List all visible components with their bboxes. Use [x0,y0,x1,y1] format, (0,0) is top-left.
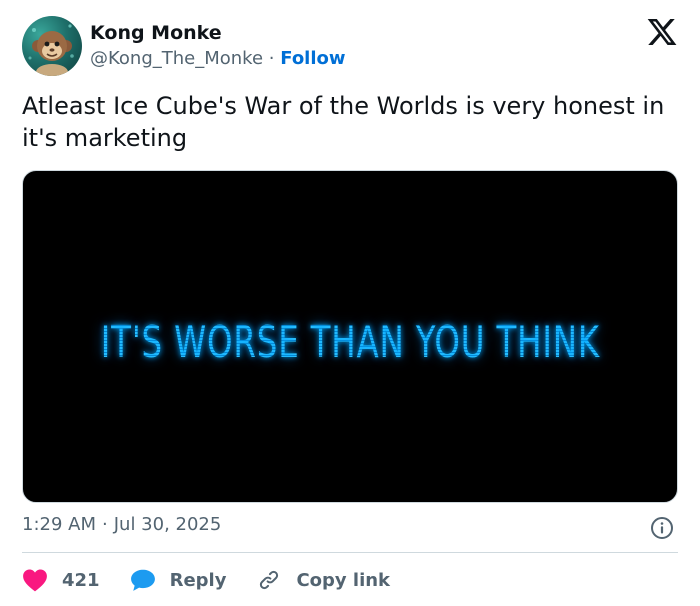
reply-button[interactable]: Reply [130,568,227,592]
tweet-actions: 421 Reply Copy link [22,566,420,594]
author-handle-row: @Kong_The_Monke · Follow [90,48,346,69]
reply-label: Reply [169,569,227,591]
like-count: 421 [62,569,100,591]
link-icon [260,570,279,590]
heart-icon [23,569,47,592]
like-button[interactable]: 421 [22,568,100,592]
timestamp-separator: · [102,514,108,535]
tweet-timestamp[interactable]: 1:29 AM · Jul 30, 2025 [22,514,221,535]
tweet-media-image[interactable]: IT'S WORSE THAN YOU THINK [22,170,678,503]
copy-link-button[interactable]: Copy link [256,568,390,592]
x-logo-icon[interactable] [646,16,678,48]
follow-button[interactable]: Follow [280,48,345,69]
monkey-plush-avatar-image [28,24,74,76]
tweet-header: Kong Monke @Kong_The_Monke · Follow [22,16,678,78]
media-caption-text: IT'S WORSE THAN YOU THINK [100,317,600,368]
tweet-text: Atleast Ice Cube's War of the Worlds is … [22,92,665,152]
info-icon[interactable] [650,516,674,540]
tweet-time: 1:29 AM [22,514,96,535]
avatar[interactable] [22,16,82,76]
copy-link-label: Copy link [296,569,391,591]
author-name[interactable]: Kong Monke [90,22,222,44]
speech-bubble-icon [130,569,155,591]
author-handle[interactable]: @Kong_The_Monke [90,48,263,69]
divider [22,552,678,553]
tweet-date: Jul 30, 2025 [113,514,222,535]
handle-separator: · [268,48,275,69]
